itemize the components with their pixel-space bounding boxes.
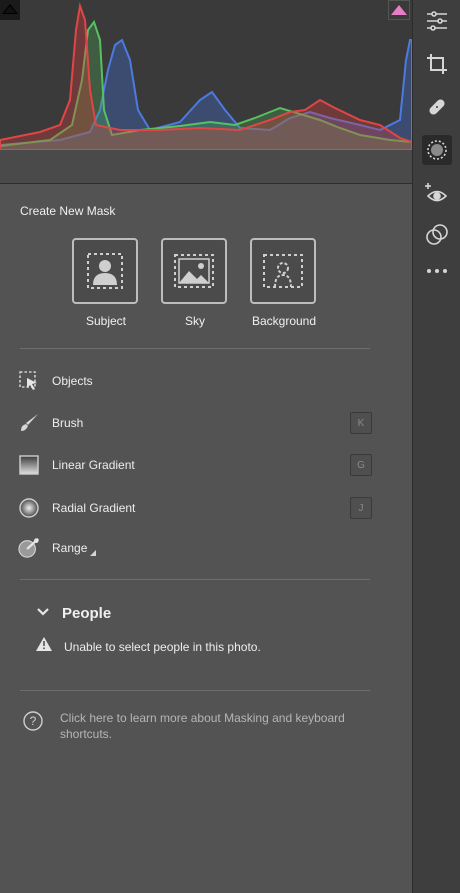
brush-icon	[18, 412, 40, 434]
range-icon	[18, 537, 40, 559]
brush-tool[interactable]: Brush K	[18, 410, 372, 436]
help-text[interactable]: Click here to learn more about Masking a…	[60, 710, 380, 742]
histogram-graph	[0, 2, 412, 150]
help-link[interactable]: ? Click here to learn more about Masking…	[22, 710, 380, 742]
people-title: People	[62, 604, 112, 622]
chevron-down-icon[interactable]	[36, 604, 50, 622]
brush-shortcut-key: K	[350, 412, 372, 434]
linear-gradient-tool[interactable]: Linear Gradient G	[18, 452, 372, 478]
range-label: Range	[52, 541, 88, 555]
shadow-clipping-indicator[interactable]	[0, 0, 20, 20]
histogram-footer	[0, 150, 412, 184]
brush-label: Brush	[52, 416, 84, 430]
presets-icon[interactable]	[422, 220, 452, 250]
people-section-header[interactable]: People	[36, 604, 111, 622]
people-warning-text: Unable to select people in this photo.	[64, 639, 261, 654]
range-submenu-arrow-icon	[90, 543, 97, 561]
sky-icon	[174, 254, 214, 288]
objects-label: Objects	[52, 374, 93, 388]
background-icon	[263, 254, 303, 288]
background-label: Background	[251, 314, 317, 328]
highlight-clipping-indicator[interactable]	[388, 0, 410, 20]
objects-tool[interactable]: Objects	[18, 368, 372, 394]
sky-mask-button[interactable]	[161, 238, 227, 304]
more-icon[interactable]	[422, 256, 452, 286]
background-mask-button[interactable]	[250, 238, 316, 304]
masking-panel: Create New Mask Subject Sky Background O…	[0, 185, 412, 893]
linear-gradient-icon	[18, 454, 40, 476]
people-warning: Unable to select people in this photo.	[36, 637, 261, 656]
divider	[20, 348, 370, 349]
radial-gradient-icon	[18, 497, 40, 519]
red-eye-icon[interactable]	[422, 178, 452, 208]
linear-gradient-label: Linear Gradient	[52, 458, 135, 472]
radial-gradient-label: Radial Gradient	[52, 501, 136, 515]
subject-icon	[87, 253, 123, 289]
histogram	[0, 0, 412, 150]
sky-label: Sky	[184, 314, 205, 328]
edit-sliders-icon[interactable]	[422, 6, 452, 36]
healing-icon[interactable]	[422, 92, 452, 122]
create-new-mask-title: Create New Mask	[20, 204, 116, 218]
subject-label: Subject	[85, 314, 127, 328]
masking-icon[interactable]	[422, 135, 452, 165]
subject-mask-button[interactable]	[72, 238, 138, 304]
help-icon: ?	[22, 710, 44, 737]
warning-icon	[36, 637, 52, 656]
crop-icon[interactable]	[422, 49, 452, 79]
right-toolbar	[412, 0, 460, 893]
radial-gradient-shortcut-key: J	[350, 497, 372, 519]
linear-gradient-shortcut-key: G	[350, 454, 372, 476]
divider	[20, 690, 370, 691]
range-tool[interactable]: Range	[18, 535, 372, 561]
objects-icon	[18, 370, 40, 392]
divider	[20, 579, 370, 580]
radial-gradient-tool[interactable]: Radial Gradient J	[18, 495, 372, 521]
svg-text:?: ?	[30, 714, 37, 728]
